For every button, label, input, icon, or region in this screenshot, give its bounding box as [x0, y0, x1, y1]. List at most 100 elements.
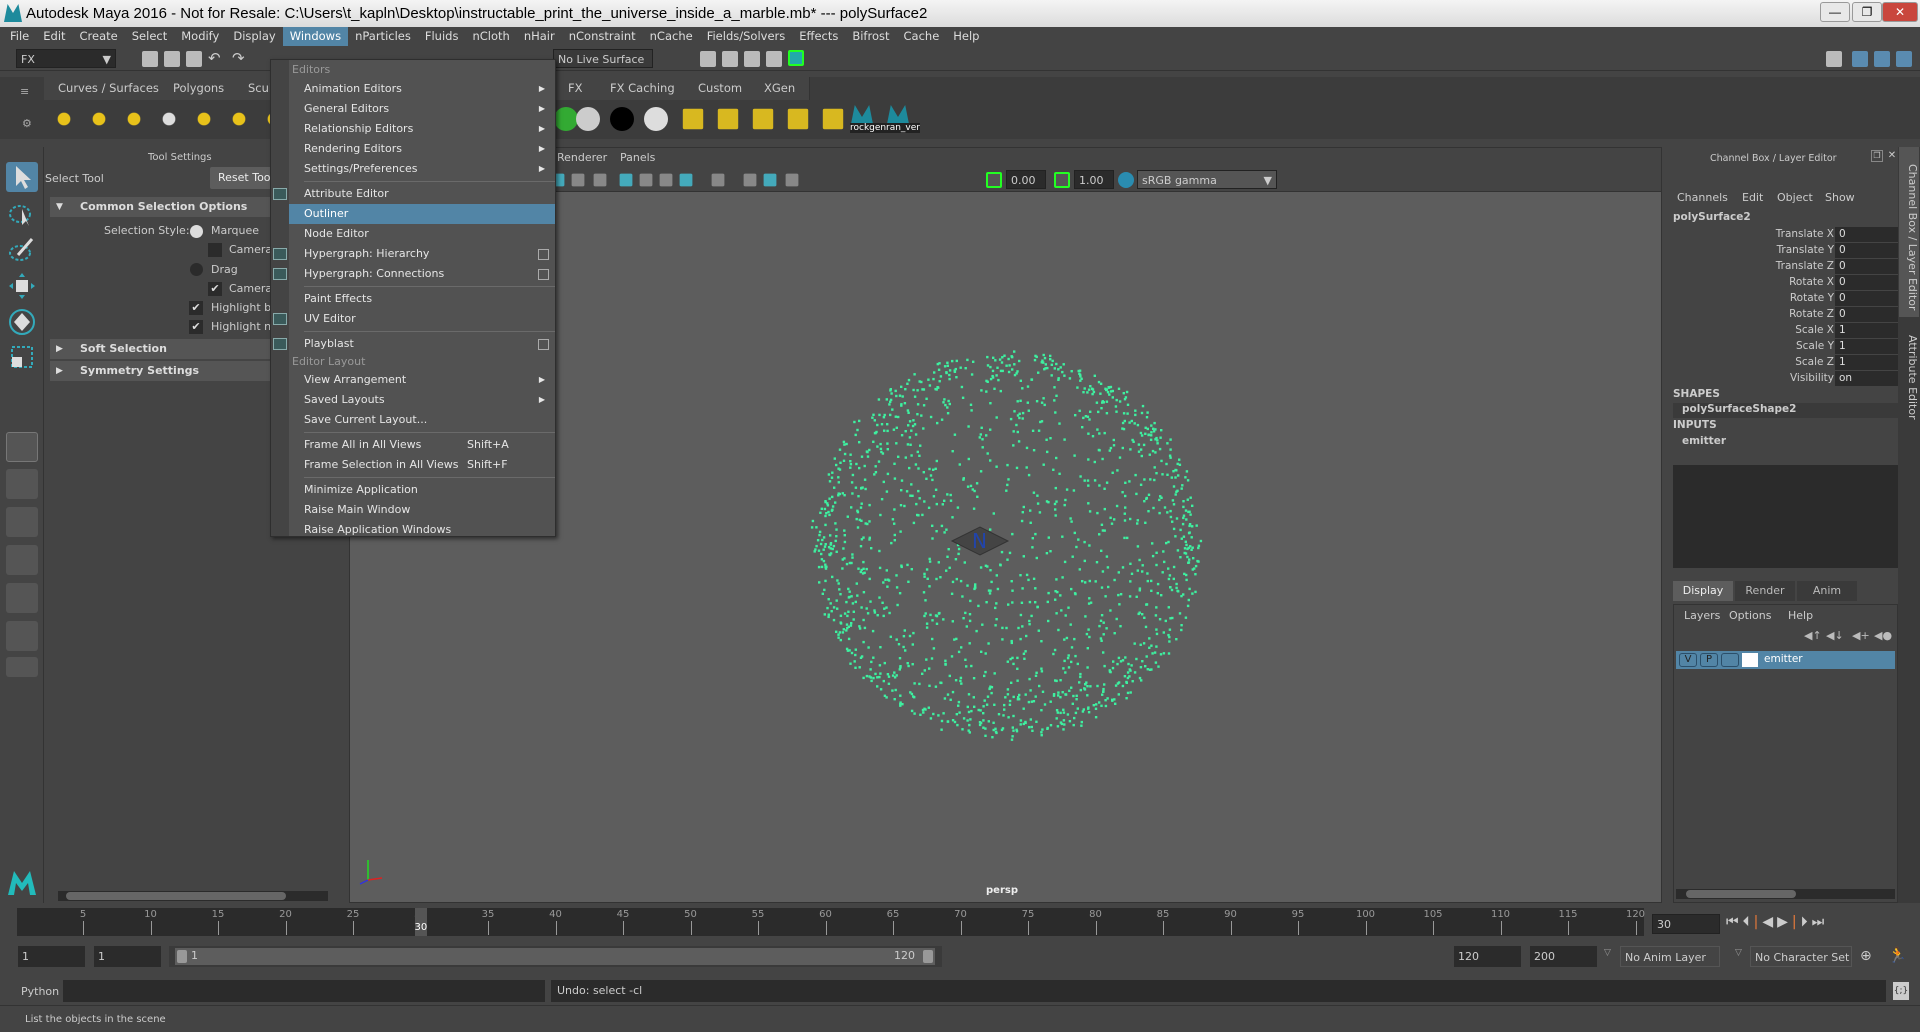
animation-start-field[interactable]: 1 — [18, 946, 85, 967]
layer-scrollbar[interactable] — [1676, 889, 1895, 899]
light-tool-icon[interactable] — [157, 107, 181, 131]
channel-value-field[interactable]: 0 — [1835, 227, 1898, 242]
maximize-button[interactable]: ❐ — [1852, 2, 1882, 22]
channel-row-visibility[interactable]: Visibility on — [1665, 371, 1898, 387]
menu-icon[interactable]: ≡ — [20, 85, 29, 98]
render-frame-icon[interactable] — [722, 51, 738, 67]
channel-row-rotate-z[interactable]: Rotate Z0 — [1665, 307, 1898, 323]
playback-start-field[interactable]: 1 — [94, 946, 161, 967]
layer-playback-toggle[interactable]: P — [1700, 653, 1718, 667]
select-tool-icon[interactable] — [6, 162, 38, 192]
light-tool-icon[interactable] — [52, 107, 76, 131]
channel-value-field[interactable]: on — [1835, 371, 1898, 386]
minimize-button[interactable]: — — [1820, 2, 1850, 22]
lasso-tool-icon[interactable] — [6, 199, 38, 229]
move-tool-icon[interactable] — [6, 271, 38, 301]
menu-item-attribute-editor[interactable]: Attribute Editor — [289, 184, 555, 204]
close-button[interactable]: ✕ — [1882, 2, 1918, 22]
channel-row-translate-x[interactable]: Translate X0 — [1665, 227, 1898, 243]
menu-item-paint-effects[interactable]: Paint Effects — [289, 289, 555, 309]
option-box-icon[interactable] — [538, 269, 549, 280]
menu-display[interactable]: Display — [226, 27, 282, 46]
chevron-down-icon[interactable]: ▽ — [1735, 948, 1742, 958]
gear-icon[interactable]: ⚙ — [22, 117, 32, 130]
layer-visibility-toggle[interactable]: V — [1679, 653, 1697, 667]
menu-item-view-arrangement[interactable]: View Arrangement ▶ — [289, 370, 555, 390]
shelf-tab-fx-caching[interactable]: FX Caching — [596, 77, 690, 100]
menu-item-minimize-application[interactable]: Minimize Application — [289, 480, 555, 500]
go-to-end-icon[interactable]: ⏭ — [1812, 914, 1829, 930]
menu-item-animation-editors[interactable]: Animation Editors ▶ — [289, 79, 555, 99]
menu-item-save-current-layout[interactable]: Save Current Layout... — [289, 410, 555, 430]
move-layer-down-icon[interactable]: ◀↓ — [1826, 629, 1844, 642]
range-slider[interactable]: 1 120 — [169, 946, 942, 967]
menu-item-raise-application-windows[interactable]: Raise Application Windows — [289, 520, 555, 540]
shelf-tab-curves-surfaces[interactable]: Curves / Surfaces — [44, 77, 174, 100]
marquee-radio[interactable] — [190, 225, 203, 238]
menu-nparticles[interactable]: nParticles — [348, 27, 418, 46]
layer-color-swatch[interactable] — [1742, 653, 1758, 667]
channel-value-field[interactable]: 1 — [1835, 339, 1898, 354]
light-tool-icon[interactable] — [87, 107, 111, 131]
option-box-icon[interactable] — [538, 339, 549, 350]
option-box-icon[interactable] — [538, 249, 549, 260]
go-to-start-icon[interactable]: ⏮ — [1726, 914, 1743, 930]
highlight-backfaces-checkbox[interactable]: ✔ — [189, 301, 203, 315]
channels-menu[interactable]: Channels — [1677, 191, 1728, 204]
channel-value-field[interactable]: 0 — [1835, 243, 1898, 258]
highlight-nearest-checkbox[interactable]: ✔ — [189, 320, 203, 334]
edit-menu[interactable]: Edit — [1742, 191, 1763, 204]
shelf-button-ran-ver[interactable]: ran_ver — [886, 123, 920, 133]
persp-hypershade-layout-icon[interactable] — [6, 583, 38, 613]
save-scene-icon[interactable] — [186, 51, 202, 67]
persp-graph-layout-icon[interactable] — [6, 545, 38, 575]
object-menu[interactable]: Object — [1777, 191, 1813, 204]
tab-attribute-editor[interactable]: Attribute Editor — [1899, 319, 1919, 427]
time-slider[interactable]: 5101520253035404550556065707580859095100… — [0, 908, 1920, 941]
fx-tool-icon[interactable] — [717, 108, 739, 130]
maya-home-icon[interactable] — [6, 867, 38, 897]
menu-item-relationship-editors[interactable]: Relationship Editors ▶ — [289, 119, 555, 139]
menu-set-dropdown[interactable]: FX ▼ — [16, 49, 116, 68]
menu-nconstraint[interactable]: nConstraint — [562, 27, 643, 46]
character-set-dropdown[interactable]: No Character Set — [1750, 946, 1852, 967]
menu-item-frame-selection-in-all-views[interactable]: Frame Selection in All Views Shift+F — [289, 455, 555, 475]
channel-value-field[interactable]: 0 — [1835, 259, 1898, 274]
range-start-handle[interactable] — [177, 950, 187, 963]
menu-cache[interactable]: Cache — [897, 27, 947, 46]
menu-item-uv-editor[interactable]: UV Editor — [289, 309, 555, 329]
layers-menu[interactable]: Layers — [1684, 609, 1720, 622]
menu-item-rendering-editors[interactable]: Rendering Editors ▶ — [289, 139, 555, 159]
single-perspective-layout-icon[interactable] — [6, 432, 38, 462]
drag-radio[interactable] — [190, 263, 203, 276]
light-tool-icon[interactable] — [192, 107, 216, 131]
layout-icon[interactable] — [1852, 51, 1868, 67]
shelf-tab-custom[interactable]: Custom — [684, 77, 758, 100]
shape-node[interactable]: polySurfaceShape2 — [1673, 403, 1898, 418]
script-editor-icon[interactable]: {;} — [1893, 982, 1909, 1000]
black-sphere-icon[interactable] — [610, 107, 634, 131]
time-slider-track[interactable]: 5101520253035404550556065707580859095100… — [17, 908, 1645, 936]
menu-edit[interactable]: Edit — [36, 27, 72, 46]
menu-item-hypergraph-connections[interactable]: Hypergraph: Connections — [289, 264, 555, 284]
menu-item-raise-main-window[interactable]: Raise Main Window — [289, 500, 555, 520]
animation-preferences-icon[interactable]: 🏃 — [1888, 946, 1907, 964]
close-panel-icon[interactable]: ✕ — [1886, 150, 1898, 162]
range-end-handle[interactable] — [923, 950, 933, 963]
options-menu[interactable]: Options — [1729, 609, 1771, 622]
channel-row-scale-y[interactable]: Scale Y1 — [1665, 339, 1898, 355]
channel-row-scale-x[interactable]: Scale X1 — [1665, 323, 1898, 339]
camera-based-selection-checkbox[interactable] — [208, 243, 222, 257]
range-slider-handle-bar[interactable]: 1 120 — [175, 948, 935, 965]
scale-tool-icon[interactable] — [6, 343, 38, 373]
redo-icon[interactable]: ↷ — [232, 49, 245, 67]
fx-tool-icon[interactable] — [682, 108, 704, 130]
channel-value-field[interactable]: 0 — [1835, 291, 1898, 306]
animation-end-field[interactable]: 200 — [1530, 946, 1597, 967]
open-scene-icon[interactable] — [164, 51, 180, 67]
light-tool-icon[interactable] — [227, 107, 251, 131]
channel-row-translate-z[interactable]: Translate Z0 — [1665, 259, 1898, 275]
menu-help[interactable]: Help — [946, 27, 986, 46]
camera-based-paint-checkbox[interactable]: ✔ — [208, 282, 222, 296]
shelf-tab-sculpting[interactable]: Sculpting — [234, 77, 274, 100]
